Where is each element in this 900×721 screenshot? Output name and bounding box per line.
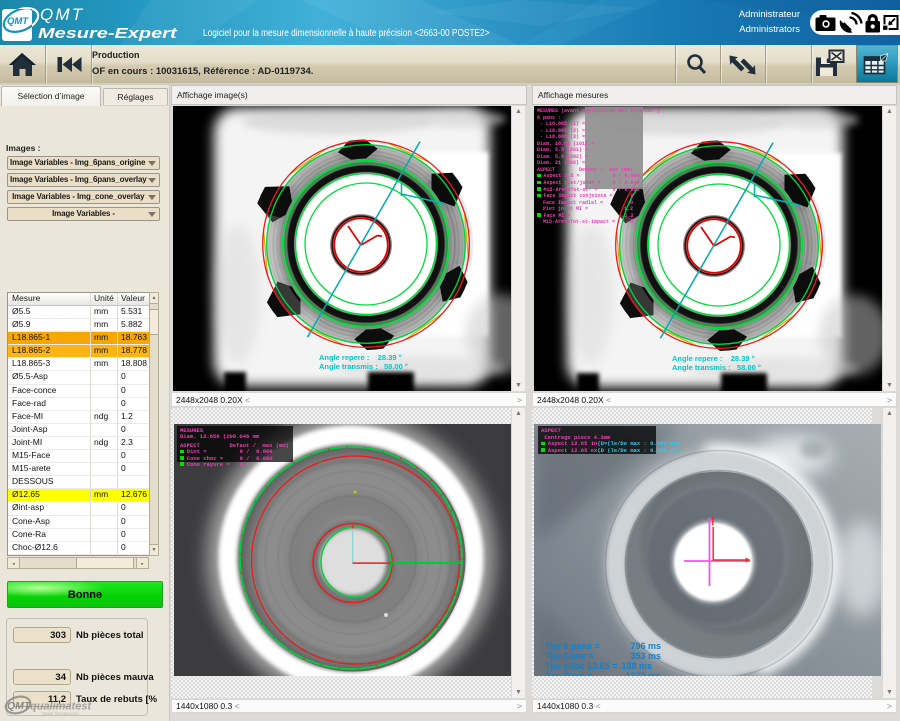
svg-text:SWISS TECHNOLOGY: SWISS TECHNOLOGY bbox=[42, 712, 79, 716]
svg-text:qualimatest: qualimatest bbox=[30, 701, 92, 713]
svg-text:QMT: QMT bbox=[7, 700, 32, 712]
